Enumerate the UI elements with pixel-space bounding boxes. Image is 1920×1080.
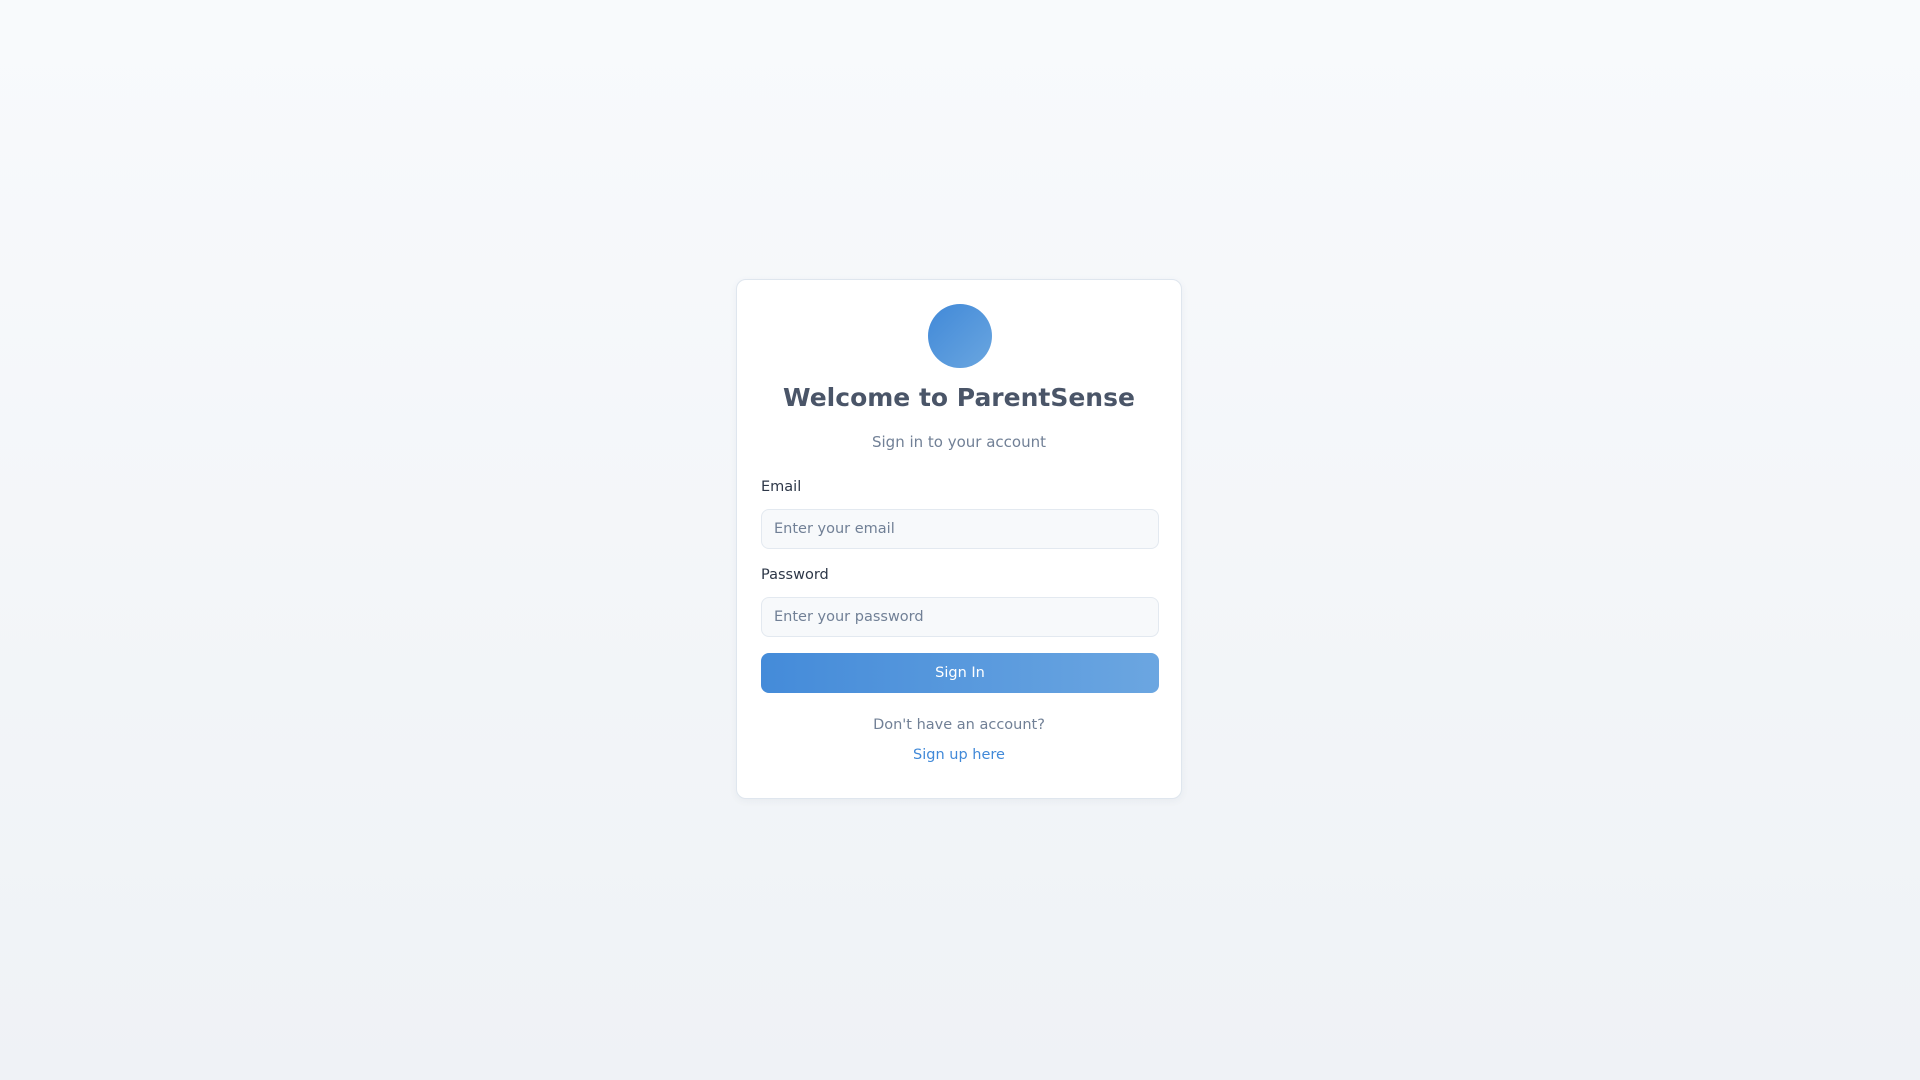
sign-in-button[interactable]: Sign In	[761, 653, 1159, 693]
signup-prompt: Don't have an account?	[873, 717, 1045, 733]
signup-link-container: Sign up here	[737, 747, 1181, 763]
password-field[interactable]	[761, 597, 1159, 637]
password-label: Password	[761, 567, 829, 583]
page-title: Welcome to ParentSense	[783, 383, 1135, 412]
signup-link[interactable]: Sign up here	[913, 747, 1005, 763]
logo-icon	[928, 304, 992, 368]
page-subtitle: Sign in to your account	[871, 433, 1046, 451]
login-card: Welcome to ParentSense Sign in to your a…	[736, 279, 1182, 799]
email-label: Email	[761, 479, 802, 495]
email-field[interactable]	[761, 509, 1159, 549]
